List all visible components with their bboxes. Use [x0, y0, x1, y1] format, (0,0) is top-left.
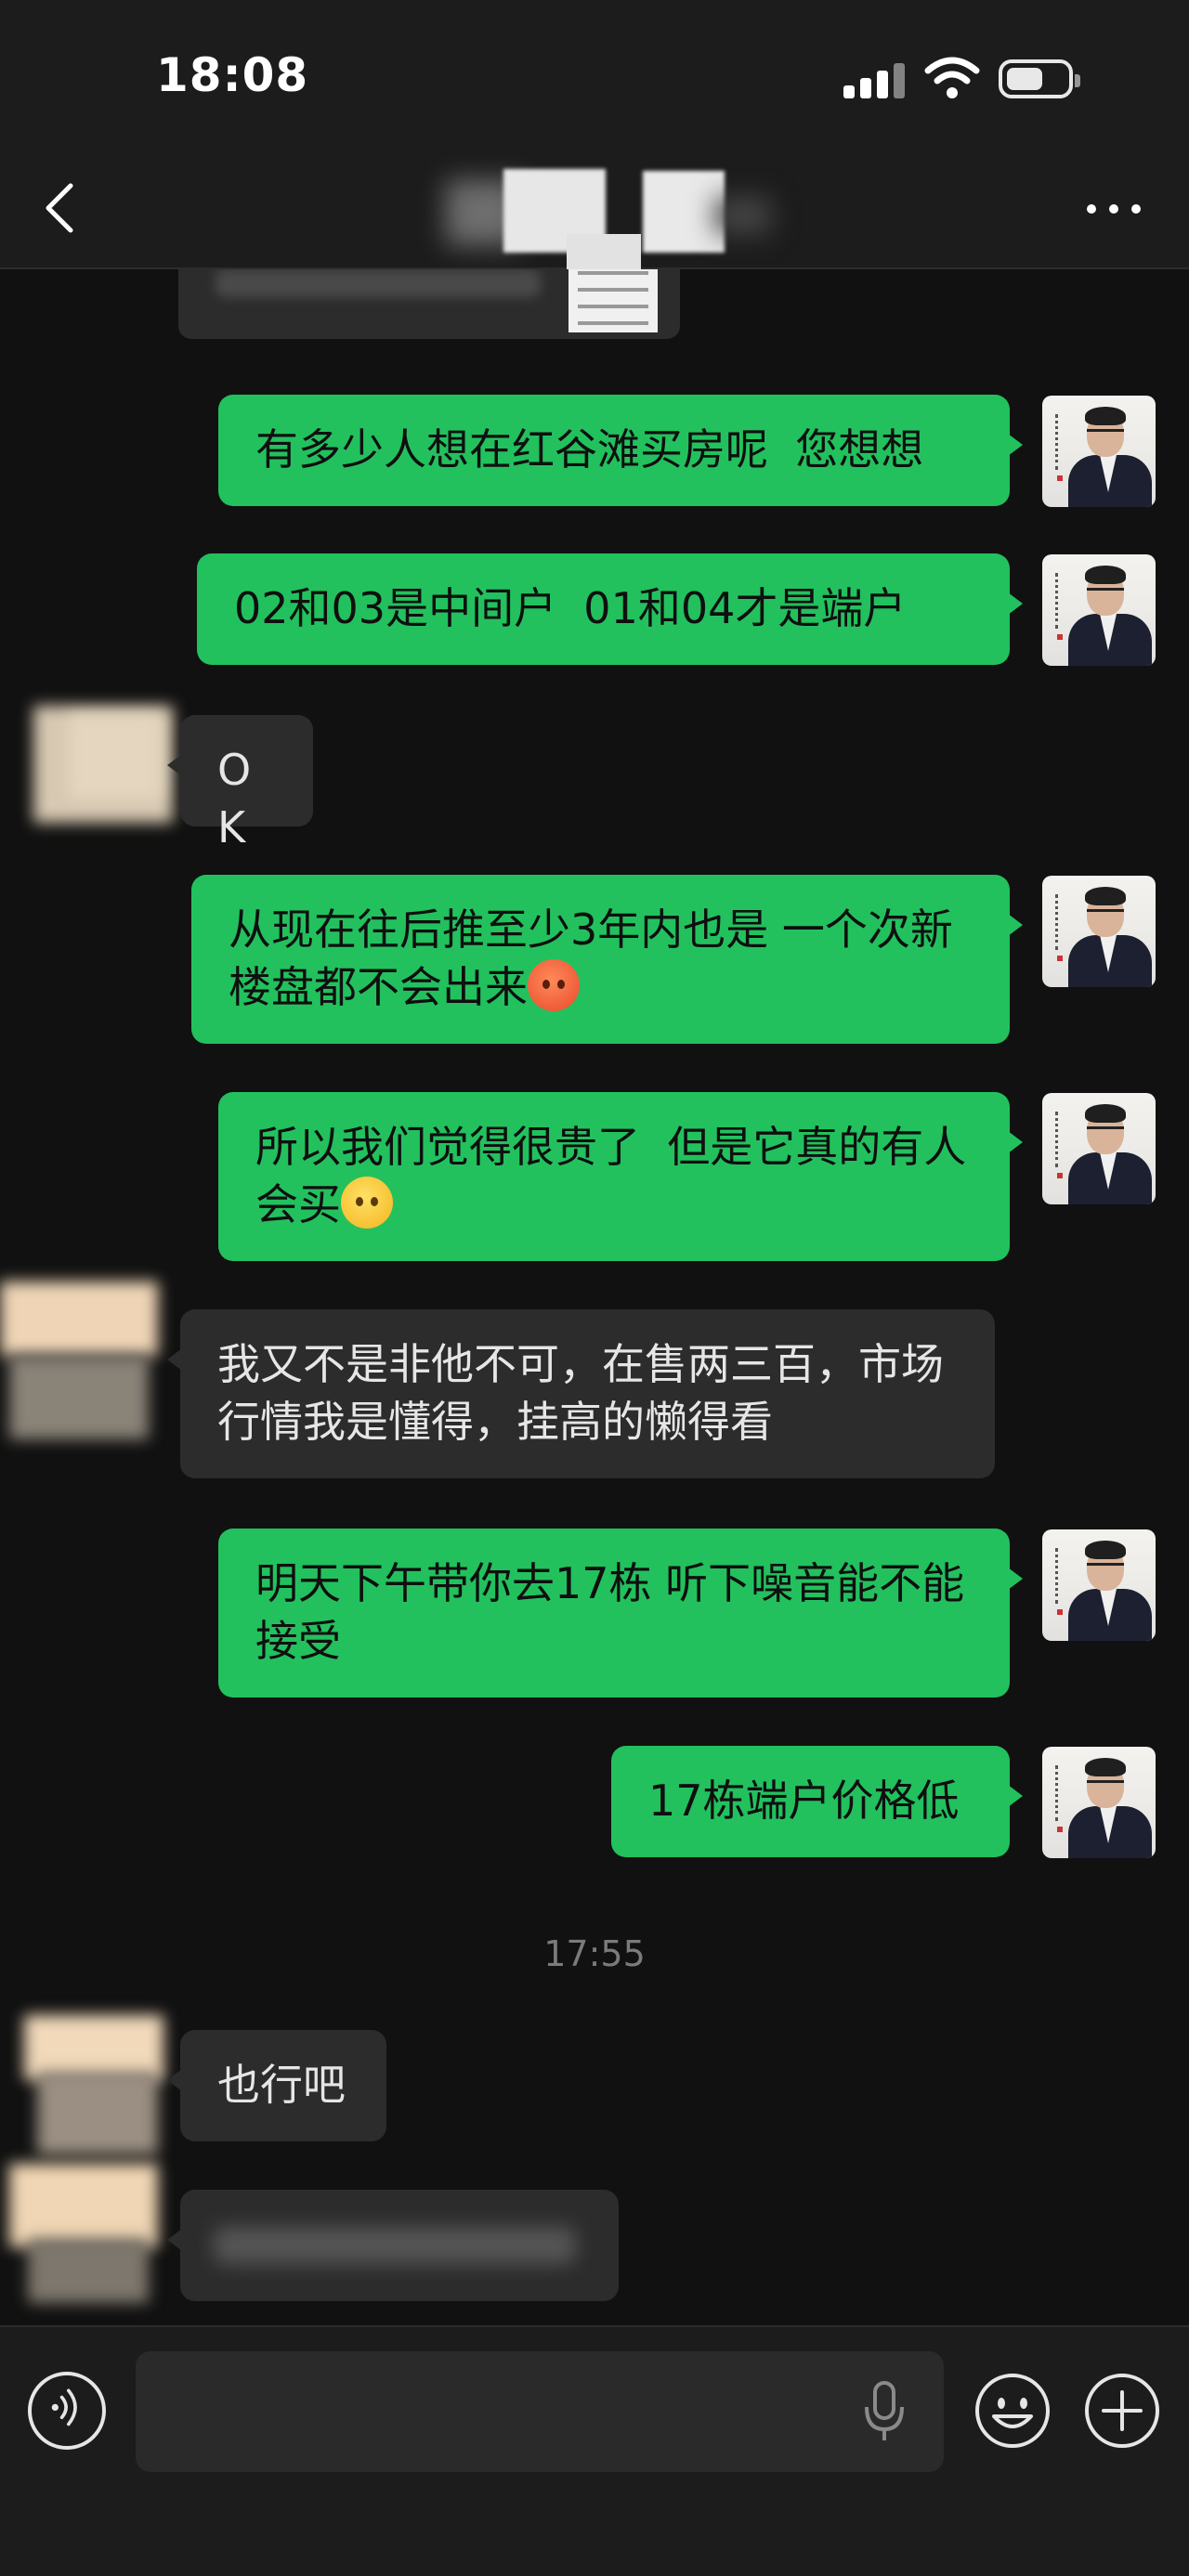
message-input-bar — [0, 2325, 1189, 2576]
signal-icon — [843, 61, 908, 98]
chat-title-redacted — [446, 160, 771, 271]
wifi-icon — [924, 57, 980, 98]
voice-icon — [51, 2388, 77, 2426]
my-avatar[interactable] — [1042, 876, 1156, 987]
contact-avatar[interactable] — [9, 2015, 163, 2154]
contact-avatar[interactable] — [9, 2164, 158, 2303]
message-bubble-sent[interactable]: 所以我们觉得很贵了 但是它真的有人会买 — [218, 1092, 1023, 1261]
my-avatar[interactable] — [1042, 554, 1156, 666]
message-bubble-received[interactable]: 也行吧 — [167, 2030, 386, 2141]
status-time: 18:08 — [156, 48, 309, 102]
my-avatar[interactable] — [1042, 396, 1156, 507]
message-bubble-sent[interactable]: 有多少人想在红谷滩买房呢 您想想 — [218, 395, 1023, 506]
status-bar: 18:08 — [0, 0, 1189, 149]
chat-header — [0, 149, 1189, 271]
more-options-icon[interactable] — [1078, 186, 1152, 232]
message-bubble-received[interactable]: OK — [167, 715, 313, 852]
message-timestamp: 17:55 — [543, 1933, 646, 1974]
message-bubble-sent[interactable]: 17栋端户价格低 — [611, 1746, 1023, 1857]
my-avatar[interactable] — [1042, 1747, 1156, 1858]
message-input[interactable] — [136, 2351, 944, 2472]
image-thumbnail[interactable] — [568, 269, 658, 332]
voice-mode-button[interactable] — [28, 2372, 106, 2450]
message-bubble-received[interactable]: 我又不是非他不可，在售两三百，市场行情我是懂得，挂高的懒得看 — [167, 1309, 995, 1478]
message-bubble-sent[interactable]: 02和03是中间户 01和04才是端户 — [197, 553, 1023, 665]
microphone-icon[interactable] — [859, 2379, 909, 2444]
message-bubble-sent[interactable]: 明天下午带你去17栋 听下噪音能不能接受 — [218, 1529, 1023, 1698]
angry-face-emoji — [528, 959, 580, 1011]
message-bubble-received-redacted[interactable] — [167, 2190, 619, 2301]
my-avatar[interactable] — [1042, 1529, 1156, 1641]
contact-avatar[interactable] — [0, 1281, 158, 1439]
back-arrow-icon[interactable] — [39, 178, 80, 238]
battery-icon — [999, 59, 1080, 98]
emoji-picker-icon[interactable] — [973, 2372, 1052, 2450]
previous-message-partial[interactable] — [178, 269, 680, 339]
message-bubble-sent[interactable]: 从现在往后推至少3年内也是 一个次新楼盘都不会出来 — [191, 875, 1023, 1044]
my-avatar[interactable] — [1042, 1093, 1156, 1204]
plus-attachment-icon[interactable] — [1083, 2372, 1161, 2450]
crying-face-emoji — [341, 1177, 393, 1229]
contact-avatar[interactable] — [13, 706, 173, 836]
chat-messages[interactable]: 有多少人想在红谷滩买房呢 您想想 02和03是中间户 01和04才是端户 OK … — [0, 269, 1189, 2325]
